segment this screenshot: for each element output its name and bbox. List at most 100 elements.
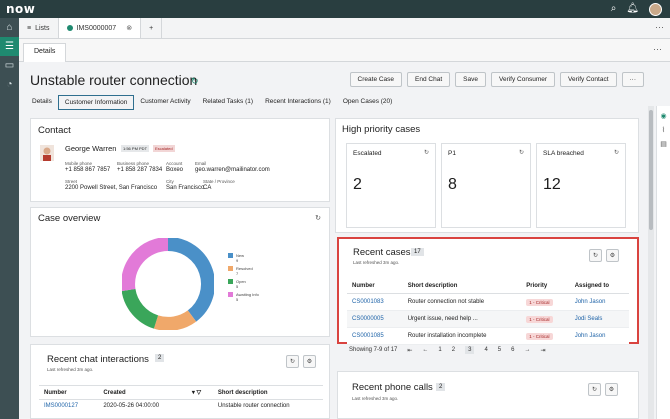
page-3[interactable]: 3 xyxy=(465,346,475,354)
last-page-icon[interactable]: ⇥ xyxy=(540,347,545,354)
page-2[interactable]: 2 xyxy=(452,347,455,353)
settings-button[interactable]: ⚙ xyxy=(606,249,619,262)
refresh-button[interactable]: ↻ xyxy=(589,249,602,262)
col-sort-icons[interactable]: ▾ ▽ xyxy=(186,385,213,400)
p1-card[interactable]: P1 ↻ 8 xyxy=(441,143,531,228)
tab-record[interactable]: IMS0000007 ⊗ xyxy=(58,18,142,38)
list-icon: ≡ xyxy=(27,24,32,32)
subbar-more-icon[interactable]: ··· xyxy=(653,44,662,54)
recent-phone-panel: Recent phone calls 2 Last refreshed 3m a… xyxy=(337,371,639,419)
chat-created: 2020-05-26 04:00:00 xyxy=(103,403,160,409)
page-1[interactable]: 1 xyxy=(438,347,441,353)
page-4[interactable]: 4 xyxy=(484,347,487,353)
verify-consumer-button[interactable]: Verify Consumer xyxy=(490,72,556,87)
street-value: 2200 Powell Street, San Francisco xyxy=(65,185,158,191)
col-assigned[interactable]: Assigned to xyxy=(569,279,629,294)
eye-icon[interactable]: ◉ xyxy=(657,112,670,120)
col-number[interactable]: Number xyxy=(39,385,99,400)
email-value[interactable]: geo.warren@mailinator.com xyxy=(195,167,270,173)
page-5[interactable]: 5 xyxy=(498,347,501,353)
case-desc: Router connection not stable xyxy=(402,293,522,311)
mobile-value[interactable]: +1 858 867 7857 xyxy=(65,167,110,173)
escalated-card[interactable]: Escalated ↻ 2 xyxy=(346,143,436,228)
case-assigned[interactable]: John Jason xyxy=(569,327,629,345)
col-priority[interactable]: Priority xyxy=(521,279,570,294)
table-row[interactable]: CS0001083 Router connection not stable 1… xyxy=(347,293,629,311)
tabs-more-icon[interactable]: ··· xyxy=(655,22,664,32)
add-tab-button[interactable]: + xyxy=(141,18,163,38)
city-value: San Francisco xyxy=(166,185,205,191)
legend-resolved-count: 7 xyxy=(236,271,239,276)
prev-page-icon[interactable]: ← xyxy=(422,347,428,353)
save-button[interactable]: Save xyxy=(455,72,486,87)
first-page-icon[interactable]: ⇤ xyxy=(407,347,412,354)
next-page-icon[interactable]: → xyxy=(524,347,530,353)
verify-contact-button[interactable]: Verify Contact xyxy=(560,72,617,87)
recent-phone-refreshed: Last refreshed 3m ago. xyxy=(352,396,399,401)
refresh-icon[interactable]: ↻ xyxy=(315,214,321,222)
user-avatar[interactable] xyxy=(649,2,662,16)
legend-new-count: 9 xyxy=(236,258,239,263)
tab-open-cases[interactable]: Open Cases (20) xyxy=(337,95,399,110)
tab-related-tasks[interactable]: Related Tasks (1) xyxy=(197,95,259,110)
home-icon[interactable]: ⌂ xyxy=(0,18,19,37)
tab-lists[interactable]: ≡ Lists xyxy=(19,18,59,38)
escalated-badge: Escalated xyxy=(153,145,175,152)
settings-button[interactable]: ⚙ xyxy=(303,355,316,368)
inbox-icon[interactable]: ▭ xyxy=(0,56,19,75)
recent-cases-heading: Recent cases xyxy=(353,247,411,258)
col-number[interactable]: Number xyxy=(347,279,403,294)
list-icon[interactable]: ☰ xyxy=(0,37,19,56)
close-icon[interactable]: ⊗ xyxy=(126,24,132,32)
table-row[interactable]: CS0001085 Router installation incomplete… xyxy=(347,327,629,345)
table-row[interactable]: IMS0000127 2020-05-26 04:00:00 Unstable … xyxy=(39,400,323,413)
tab-recent-interactions[interactable]: Recent Interactions (1) xyxy=(259,95,337,110)
settings-button[interactable]: ⚙ xyxy=(605,383,618,396)
tab-details[interactable]: Details xyxy=(23,43,67,62)
search-icon[interactable]: ⌕ xyxy=(611,2,617,16)
create-case-button[interactable]: Create Case xyxy=(349,72,403,87)
document-icon[interactable]: ▤ xyxy=(657,140,670,148)
case-priority: 1 - Critical xyxy=(521,293,570,311)
chat-number[interactable]: IMS0000127 xyxy=(39,400,98,413)
refresh-icon[interactable]: ↻ xyxy=(191,76,199,87)
refresh-button[interactable]: ↻ xyxy=(588,383,601,396)
refresh-icon[interactable]: ↻ xyxy=(614,149,619,156)
tab-customer-information[interactable]: Customer Information xyxy=(57,95,135,110)
end-chat-button[interactable]: End Chat xyxy=(407,72,451,87)
case-assigned[interactable]: Jodi Seals xyxy=(569,310,629,328)
case-assigned[interactable]: John Jason xyxy=(569,293,629,311)
action-buttons: Create Case End Chat Save Verify Consume… xyxy=(349,72,644,87)
case-donut-chart xyxy=(122,238,214,330)
refresh-icon[interactable]: ↻ xyxy=(519,149,524,156)
business-value[interactable]: +1 858 287 7834 xyxy=(117,167,162,173)
status-dot-icon xyxy=(66,25,73,31)
city-label: City xyxy=(166,179,174,184)
pager-showing: Showing 7-9 of 17 xyxy=(349,347,398,353)
analytics-icon[interactable]: ◔ xyxy=(0,75,19,94)
table-row[interactable]: CS0000005 Urgent issue, need help ... 1 … xyxy=(347,310,629,328)
attachment-icon[interactable]: ⌇ xyxy=(657,126,670,134)
refresh-button[interactable]: ↻ xyxy=(286,355,299,368)
col-created[interactable]: Created xyxy=(98,385,187,400)
tab-customer-activity[interactable]: Customer Activity xyxy=(134,95,196,110)
recent-phone-count: 2 xyxy=(436,383,446,391)
critical-badge: 1 - Critical xyxy=(526,332,553,340)
col-short-desc[interactable]: Short description xyxy=(212,385,323,400)
page-6[interactable]: 6 xyxy=(511,347,514,353)
account-value[interactable]: Boxeo xyxy=(166,167,183,173)
recent-chat-refreshed: Last refreshed 3m ago. xyxy=(47,367,94,372)
case-number[interactable]: CS0001085 xyxy=(347,327,403,345)
bell-icon[interactable]: 🔔︎ xyxy=(626,2,639,16)
col-short-desc[interactable]: Short description xyxy=(402,279,522,294)
case-number[interactable]: CS0000005 xyxy=(347,310,403,328)
scroll-thumb[interactable] xyxy=(649,110,653,230)
chat-table: Number Created ▾ ▽ Short description IMS… xyxy=(39,385,323,412)
case-number[interactable]: CS0001083 xyxy=(347,293,403,311)
account-label: Account xyxy=(166,161,183,166)
tab-details-info[interactable]: Details xyxy=(26,95,58,110)
more-actions-button[interactable]: ··· xyxy=(621,72,644,87)
content-scrollbar[interactable] xyxy=(648,106,654,419)
refresh-icon[interactable]: ↻ xyxy=(424,149,429,156)
sla-breached-card[interactable]: SLA breached ↻ 12 xyxy=(536,143,626,228)
